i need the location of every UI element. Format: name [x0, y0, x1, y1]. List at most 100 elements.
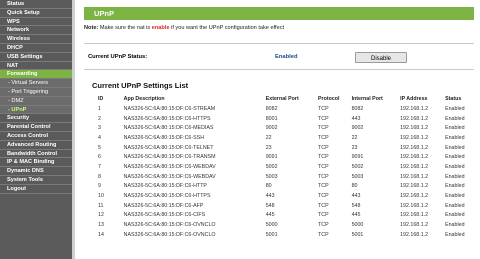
cell-status: Enabled [445, 125, 465, 132]
cell-ip-address: 192.168.1.2 [400, 193, 429, 200]
cell-protocol: TCP [318, 144, 329, 151]
sidebar-item-virtual-servers[interactable]: - Virtual Servers [0, 79, 72, 88]
cell-app-description: NAS326-5C:6A:80:15:DF:C6-WEBDAV [123, 173, 216, 180]
sidebar-item-system-tools[interactable]: System Tools [0, 176, 72, 185]
cell-protocol: TCP [318, 202, 329, 209]
note-prefix: Note: [84, 25, 99, 31]
sidebar-item-security[interactable]: Security [0, 114, 72, 124]
status-value: Enabled [275, 54, 298, 60]
table-row: 12 NAS326-5C:6A:80:15:DF:C6-CIFS 445 TCP 445… [84, 211, 474, 221]
cell-id: 10 [98, 193, 104, 200]
sidebar-item-quick-setup[interactable]: Quick Setup [0, 9, 72, 18]
cell-internal-port: 445 [351, 212, 361, 219]
cell-internal-port: 443 [351, 193, 361, 200]
cell-protocol: TCP [318, 212, 329, 219]
sidebar-item-parental-control[interactable]: Parental Control [0, 123, 72, 132]
sidebar-item-wireless[interactable]: Wireless [0, 35, 72, 44]
header-internal-port: Internal Port [351, 96, 383, 102]
table-row: 10 NAS326-5C:6A:80:15:DF:C6-HTTPS 443 TCP 44… [84, 191, 474, 201]
cell-id: 4 [98, 134, 101, 141]
cell-status: Enabled [445, 173, 465, 180]
cell-app-description: NAS326-5C:6A:80:15:DF:C6-TELNET [123, 144, 214, 151]
cell-external-port: 5001 [265, 231, 278, 238]
sidebar-item-usb-settings[interactable]: USB Settings [0, 53, 72, 62]
table-row: 7 NAS326-5C:6A:80:15:DF:C6-WEBDAV 5002 TCP 5… [84, 162, 474, 172]
cell-status: Enabled [445, 183, 465, 190]
cell-internal-port: 548 [351, 202, 361, 209]
cell-id: 7 [98, 163, 101, 170]
sidebar-item-nat[interactable]: NAT [0, 62, 72, 71]
header-id: ID [98, 96, 104, 102]
cell-ip-address: 192.168.1.2 [400, 202, 429, 209]
cell-protocol: TCP [318, 173, 329, 180]
sidebar-item-ip-mac-binding[interactable]: IP & MAC Binding [0, 158, 72, 168]
cell-status: Enabled [445, 163, 465, 170]
cell-internal-port: 22 [351, 134, 358, 141]
sidebar-item-dmz[interactable]: - DMZ [0, 96, 72, 106]
cell-ip-address: 192.168.1.2 [400, 154, 429, 161]
cell-id: 3 [98, 125, 101, 132]
sidebar-item-dynamic-dns[interactable]: Dynamic DNS [0, 167, 72, 176]
cell-external-port: 23 [265, 144, 272, 151]
sidebar-item-network[interactable]: Network [0, 26, 72, 36]
list-title: Current UPnP Settings List [92, 81, 189, 90]
divider [84, 69, 474, 70]
upnp-settings-table: ID App Description External Port Protoco… [84, 94, 474, 240]
sidebar-scrollbar[interactable] [72, 0, 75, 259]
cell-ip-address: 192.168.1.2 [400, 222, 429, 229]
table-row: 5 NAS326-5C:6A:80:15:DF:C6-TELNET 23 TCP 23 1… [84, 143, 474, 153]
cell-protocol: TCP [318, 183, 329, 190]
cell-ip-address: 192.168.1.2 [400, 163, 429, 170]
cell-status: Enabled [445, 212, 465, 219]
sidebar-item-logout[interactable]: Logout [0, 185, 72, 194]
cell-id: 13 [98, 222, 104, 229]
sidebar-item-wps[interactable]: WPS [0, 18, 72, 27]
table-row: 11 NAS326-5C:6A:80:15:DF:C6-AFP 548 TCP 548 1… [84, 201, 474, 211]
cell-ip-address: 192.168.1.2 [400, 125, 429, 132]
cell-app-description: NAS326-5C:6A:80:15:DF:C6-OVNCLO [123, 231, 216, 238]
cell-status: Enabled [445, 134, 465, 141]
sidebar-item-dhcp[interactable]: DHCP [0, 44, 72, 53]
cell-external-port: 5003 [265, 173, 278, 180]
cell-id: 12 [98, 212, 104, 219]
cell-ip-address: 192.168.1.2 [400, 115, 429, 122]
cell-protocol: TCP [318, 231, 329, 238]
cell-status: Enabled [445, 154, 465, 161]
cell-internal-port: 23 [351, 144, 358, 151]
sidebar-item-access-control[interactable]: Access Control [0, 132, 72, 141]
cell-status: Enabled [445, 115, 465, 122]
note-text: Note: Make sure the nat is enable if you… [84, 25, 474, 31]
cell-id: 1 [98, 105, 101, 112]
cell-ip-address: 192.168.1.2 [400, 212, 429, 219]
cell-protocol: TCP [318, 134, 329, 141]
cell-external-port: 9002 [265, 125, 278, 132]
sidebar-item-advanced-routing[interactable]: Advanced Routing [0, 141, 72, 150]
cell-status: Enabled [445, 231, 465, 238]
table-row: 13 NAS326-5C:6A:80:15:DF:C6-OVNCLO 5000 TCP… [84, 220, 474, 230]
cell-status: Enabled [445, 144, 465, 151]
cell-app-description: NAS326-5C:6A:80:15:DF:C6-OVNCLO [123, 222, 216, 229]
sidebar-item-port-triggering[interactable]: - Port Triggering [0, 87, 72, 97]
cell-protocol: TCP [318, 222, 329, 229]
cell-external-port: 5002 [265, 163, 278, 170]
table-row: 3 NAS326-5C:6A:80:15:DF:C6-MEDIAS 9002 TCP 9… [84, 123, 474, 133]
sidebar-item-upnp[interactable]: - UPnP [0, 105, 72, 115]
cell-ip-address: 192.168.1.2 [400, 144, 429, 151]
table-row: 14 NAS326-5C:6A:80:15:DF:C6-OVNCLO 5001 TCP… [84, 230, 474, 240]
cell-status: Enabled [445, 105, 465, 112]
cell-external-port: 80 [265, 183, 272, 190]
cell-external-port: 8082 [265, 105, 278, 112]
cell-id: 6 [98, 154, 101, 161]
cell-app-description: NAS326-5C:6A:80:15:DF:C6-MEDIAS [123, 125, 214, 132]
table-header-row: ID App Description External Port Protoco… [84, 94, 474, 104]
status-label: Current UPnP Status: [88, 54, 148, 60]
disable-button[interactable]: Disable [355, 51, 407, 63]
sidebar-item-status[interactable]: Status [0, 0, 72, 9]
sidebar-item-bandwidth-control[interactable]: Bandwidth Control [0, 150, 72, 159]
cell-status: Enabled [445, 222, 465, 229]
cell-internal-port: 9002 [351, 125, 364, 132]
cell-ip-address: 192.168.1.2 [400, 105, 429, 112]
table-row: 2 NAS326-5C:6A:80:15:DF:C6-HTTPS 8001 TCP 44… [84, 114, 474, 124]
header-app-description: App Description [123, 96, 165, 102]
sidebar-item-forwarding[interactable]: Forwarding [0, 70, 72, 80]
